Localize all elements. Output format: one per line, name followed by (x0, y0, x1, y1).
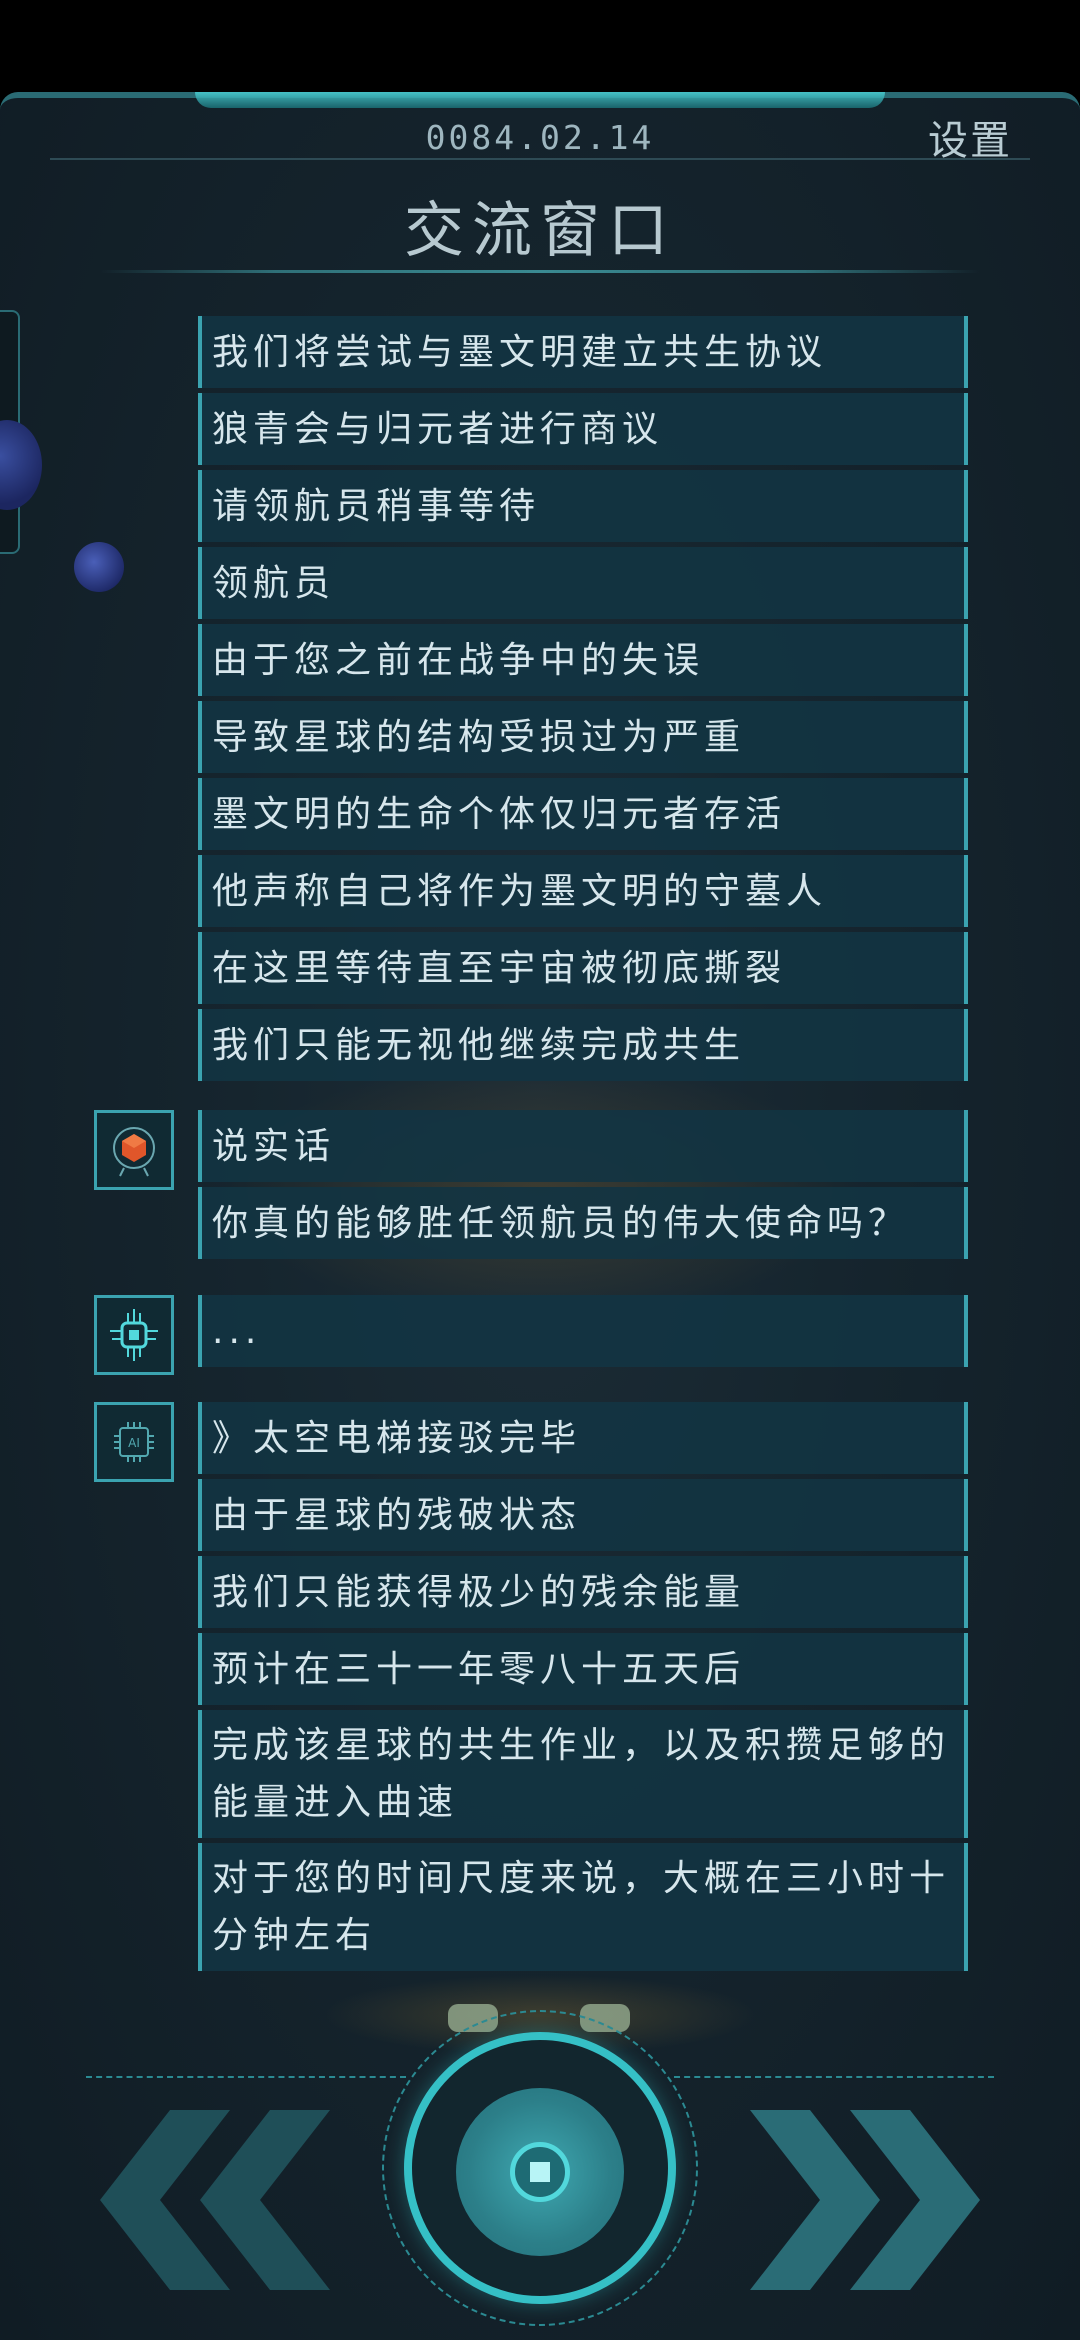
message-bubble: 导致星球的结构受损过为严重 (198, 701, 968, 773)
message-text: 请领航员稍事等待 (212, 485, 541, 527)
message-bubble: 完成该星球的共生作业，以及积攒足够的能量进入曲速 (198, 1710, 968, 1838)
message-text: 预计在三十一年零八十五天后 (212, 1648, 746, 1690)
message-text: 我们只能无视他继续完成共生 (212, 1024, 746, 1066)
message-text: 导致星球的结构受损过为严重 (212, 716, 746, 758)
double-chevron-left-icon (100, 2110, 330, 2290)
message-text: 我们将尝试与墨文明建立共生协议 (212, 331, 828, 373)
date-display: 0084.02.14 (425, 118, 655, 157)
message-bubble: 由于星球的残破状态 (198, 1479, 968, 1551)
message-text: 完成该星球的共生作业，以及积攒足够的能量进入曲速 (212, 1725, 951, 1823)
message-text: 说实话 (212, 1125, 336, 1167)
app-root: 0084.02.14 设置 交流窗口 我们将尝试与墨文明建立共生协议 狼青会与归… (0, 0, 1080, 2340)
planet-small-decoration (74, 542, 124, 592)
page-title: 交流窗口 (404, 196, 676, 266)
previous-button[interactable] (100, 2110, 330, 2290)
stop-icon (530, 2162, 550, 2182)
bottom-divider-left (86, 2076, 406, 2078)
message-bubble: 》太空电梯接驳完毕 (198, 1402, 968, 1474)
message-text: ... (212, 1310, 262, 1352)
message-text: 领航员 (212, 562, 336, 604)
message-text: 他声称自己将作为墨文明的守墓人 (212, 870, 828, 912)
message-text: 》太空电梯接驳完毕 (212, 1417, 582, 1459)
message-text: 狼青会与归元者进行商议 (212, 408, 664, 450)
message-bubble: 我们只能获得极少的残余能量 (198, 1556, 968, 1628)
message-bubble: 我们将尝试与墨文明建立共生协议 (198, 316, 968, 388)
message-bubble: 他声称自己将作为墨文明的守墓人 (198, 855, 968, 927)
message-text: 在这里等待直至宇宙被彻底撕裂 (212, 947, 787, 989)
message-text: 由于您之前在战争中的失误 (212, 639, 705, 681)
message-bubble: 预计在三十一年零八十五天后 (198, 1633, 968, 1705)
message-bubble: 我们只能无视他继续完成共生 (198, 1009, 968, 1081)
panel-top-glow (195, 92, 885, 108)
message-text: 对于您的时间尺度来说，大概在三小时十分钟左右 (212, 1858, 951, 1956)
next-button[interactable] (750, 2110, 980, 2290)
message-text: 墨文明的生命个体仅归元者存活 (212, 793, 787, 835)
message-bubble: 墨文明的生命个体仅归元者存活 (198, 778, 968, 850)
message-bubble: 你真的能够胜任领航员的伟大使命吗？ (198, 1187, 968, 1259)
message-bubble: 请领航员稍事等待 (198, 470, 968, 542)
bottom-divider-right (674, 2076, 994, 2078)
message-text: 由于星球的残破状态 (212, 1494, 582, 1536)
message-bubble: 由于您之前在战争中的失误 (198, 624, 968, 696)
orange-cube-avatar-icon (94, 1110, 174, 1190)
message-bubble: 对于您的时间尺度来说，大概在三小时十分钟左右 (198, 1843, 968, 1971)
header-divider (50, 158, 1030, 160)
svg-text:AI: AI (128, 1436, 140, 1450)
status-bar-area (0, 0, 1080, 92)
message-bubble: 狼青会与归元者进行商议 (198, 393, 968, 465)
message-bubble: 领航员 (198, 547, 968, 619)
message-bubble: 在这里等待直至宇宙被彻底撕裂 (198, 932, 968, 1004)
message-text: 我们只能获得极少的残余能量 (212, 1571, 746, 1613)
message-bubble: ... (198, 1295, 968, 1367)
message-text: 你真的能够胜任领航员的伟大使命吗？ (212, 1202, 910, 1244)
double-chevron-right-icon (750, 2110, 980, 2290)
ai-chip-avatar-icon: AI (94, 1402, 174, 1482)
message-bubble: 说实话 (198, 1110, 968, 1182)
robot-chip-avatar-icon (94, 1295, 174, 1375)
title-divider (100, 270, 980, 273)
